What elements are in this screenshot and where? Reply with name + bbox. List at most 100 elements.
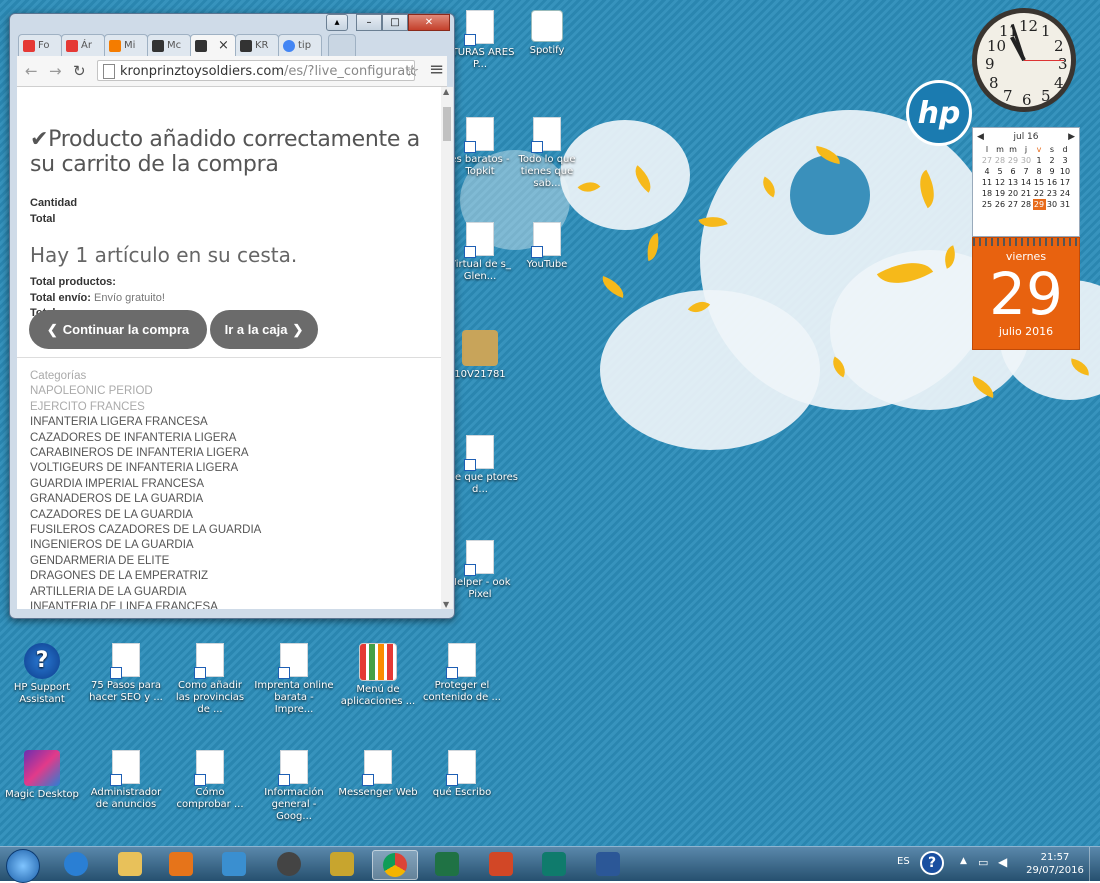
calendar-day[interactable]: 8 — [1033, 166, 1046, 177]
continue-shopping-button[interactable]: ❮ Continuar la compra — [29, 310, 207, 349]
bookmark-star-icon[interactable]: ☆ — [405, 61, 419, 80]
calendar-day[interactable]: 9 — [1046, 166, 1059, 177]
desktop-icon-que-escribo[interactable]: qué Escribo — [422, 750, 502, 799]
tab-6[interactable]: KR — [235, 34, 279, 56]
clock-gadget[interactable]: 12 1 2 3 4 5 6 7 8 9 10 11 — [972, 8, 1076, 112]
calendar-day[interactable]: 19 — [994, 188, 1007, 199]
profile-icon[interactable]: ▴ — [326, 14, 348, 31]
tab-active[interactable]: × — [190, 34, 236, 56]
taskbar-app[interactable] — [479, 850, 523, 878]
new-tab-button[interactable] — [328, 34, 356, 56]
calendar-day[interactable]: 10 — [1059, 166, 1072, 177]
system-clock[interactable]: 21:57 29/07/2016 — [1025, 851, 1085, 877]
help-icon[interactable]: ? — [920, 851, 944, 875]
desktop-icon-magic-desktop[interactable]: Magic Desktop — [2, 750, 82, 801]
language-indicator[interactable]: ES — [897, 856, 910, 867]
calendar-day[interactable]: 24 — [1059, 188, 1072, 199]
calendar-day[interactable]: 22 — [1033, 188, 1046, 199]
desktop-icon-proteger[interactable]: Proteger el contenido de ... — [422, 643, 502, 704]
calendar-day[interactable]: 14 — [1020, 177, 1033, 188]
category-link[interactable]: INGENIEROS DE LA GUARDIA — [30, 538, 261, 553]
scroll-down-icon[interactable]: ▼ — [443, 600, 449, 609]
calendar-day[interactable]: 25 — [981, 199, 994, 210]
calendar-day-today[interactable]: 29 — [1032, 199, 1046, 210]
calendar-day[interactable]: 13 — [1007, 177, 1020, 188]
taskbar-app[interactable] — [108, 850, 152, 878]
desktop-icon-informacion[interactable]: Información general - Goog... — [254, 750, 334, 823]
calendar-day[interactable]: 6 — [1007, 166, 1020, 177]
address-bar[interactable]: kronprinztoysoldiers.com/es/?live_config… — [97, 60, 415, 81]
tab-close-icon[interactable]: × — [218, 38, 229, 53]
taskbar-app[interactable] — [267, 850, 311, 878]
reload-icon[interactable]: ↻ — [73, 62, 86, 80]
taskbar-app[interactable] — [586, 850, 630, 878]
calendar-day[interactable]: 11 — [981, 177, 994, 188]
desktop-icon-menu-aplicaciones[interactable]: Menú de aplicaciones ... — [338, 643, 418, 708]
scroll-up-icon[interactable]: ▲ — [443, 87, 449, 96]
taskbar-app[interactable] — [532, 850, 576, 878]
category-link[interactable]: GUARDIA IMPERIAL FRANCESA — [30, 477, 261, 492]
category-link[interactable]: CARABINEROS DE INFANTERIA LIGERA — [30, 446, 261, 461]
taskbar-app[interactable] — [212, 850, 256, 878]
back-icon[interactable]: ← — [25, 62, 38, 80]
scrollbar[interactable]: ▲ ▼ — [441, 87, 453, 609]
calendar-day[interactable]: 3 — [1059, 155, 1072, 166]
next-month-icon[interactable]: ▶ — [1068, 132, 1075, 142]
desktop-icon-youtube[interactable]: YouTube — [507, 222, 587, 271]
volume-icon[interactable]: ◀ — [998, 855, 1007, 869]
close-window-button[interactable]: ✕ — [408, 14, 450, 31]
desktop-icon-spotify[interactable]: Spotify — [507, 10, 587, 57]
calendar-day[interactable]: 2 — [1046, 155, 1059, 166]
taskbar-app[interactable] — [159, 850, 203, 878]
taskbar-app[interactable] — [320, 850, 364, 878]
calendar-day[interactable]: 31 — [1059, 199, 1072, 210]
calendar-day[interactable]: 12 — [994, 177, 1007, 188]
start-button[interactable] — [6, 849, 40, 883]
category-link[interactable]: INFANTERIA DE LINEA FRANCESA — [30, 600, 261, 609]
category-link[interactable]: DRAGONES DE LA EMPERATRIZ — [30, 569, 261, 584]
desktop-icon-administrador[interactable]: Administrador de anuncios — [86, 750, 166, 811]
forward-icon[interactable]: → — [49, 62, 62, 80]
desktop-icon-como-comprobar[interactable]: Cómo comprobar ... — [170, 750, 250, 811]
taskbar-app[interactable] — [54, 850, 98, 878]
desktop-icon-todo[interactable]: Todo lo que tienes que sab... — [507, 117, 587, 190]
calendar-day[interactable]: 7 — [1020, 166, 1033, 177]
category-link[interactable]: GRANADEROS DE LA GUARDIA — [30, 492, 261, 507]
calendar-day[interactable]: 27 — [981, 155, 994, 166]
category-link[interactable]: VOLTIGEURS DE INFANTERIA LIGERA — [30, 461, 261, 476]
calendar-day[interactable]: 26 — [994, 199, 1007, 210]
calendar-day[interactable]: 4 — [981, 166, 994, 177]
show-hidden-icons[interactable]: ▲ — [960, 856, 967, 866]
calendar-day[interactable]: 18 — [981, 188, 994, 199]
checkout-button[interactable]: Ir a la caja ❯ — [210, 310, 318, 349]
tab-2[interactable]: Ár — [61, 34, 105, 56]
desktop-icon-hp-support[interactable]: ? HP Support Assistant — [2, 643, 82, 706]
category-link[interactable]: NAPOLEONIC PERIOD — [30, 384, 261, 399]
category-link[interactable]: CAZADORES DE LA GUARDIA — [30, 508, 261, 523]
minimize-button[interactable]: – — [356, 14, 382, 31]
prev-month-icon[interactable]: ◀ — [977, 132, 984, 142]
tab-3[interactable]: Mi — [104, 34, 148, 56]
calendar-day[interactable]: 15 — [1033, 177, 1046, 188]
calendar-gadget[interactable]: ◀ jul 16 ▶ l m m j v s d 27 28 29 30 1 2 3… — [972, 127, 1080, 237]
maximize-button[interactable]: □ — [382, 14, 408, 31]
calendar-day[interactable]: 1 — [1033, 155, 1046, 166]
category-link[interactable]: FUSILEROS CAZADORES DE LA GUARDIA — [30, 523, 261, 538]
show-desktop-button[interactable] — [1089, 847, 1100, 881]
tab-4[interactable]: Mc — [147, 34, 191, 56]
desktop-icon-imprenta[interactable]: Imprenta online barata - Impre... — [254, 643, 334, 716]
calendar-day[interactable]: 17 — [1059, 177, 1072, 188]
category-link[interactable]: INFANTERIA LIGERA FRANCESA — [30, 415, 261, 430]
tab-7[interactable]: tip — [278, 34, 322, 56]
calendar-day[interactable]: 23 — [1046, 188, 1059, 199]
calendar-day[interactable]: 16 — [1046, 177, 1059, 188]
desktop-icon-seo[interactable]: 75 Pasos para hacer SEO y ... — [86, 643, 166, 704]
calendar-day[interactable]: 30 — [1020, 155, 1033, 166]
menu-icon[interactable]: ≡ — [429, 59, 444, 80]
category-link[interactable]: EJERCITO FRANCES — [30, 400, 261, 415]
category-link[interactable]: GENDARMERIA DE ELITE — [30, 554, 261, 569]
taskbar-app-active[interactable] — [372, 850, 418, 880]
scrollbar-thumb[interactable] — [443, 107, 451, 141]
taskbar-app[interactable] — [425, 850, 469, 878]
calendar-day[interactable]: 5 — [994, 166, 1007, 177]
